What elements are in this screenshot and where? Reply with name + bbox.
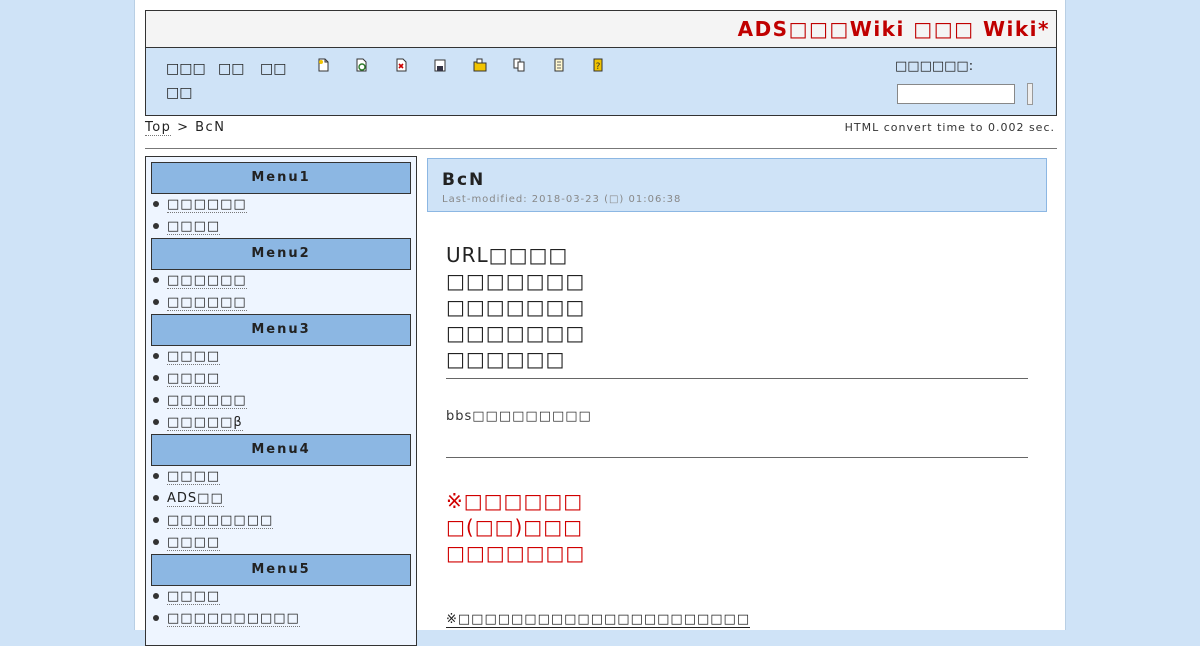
- bullet-icon: [153, 396, 159, 403]
- warning-line: □□□□□□□: [446, 541, 586, 565]
- sidebar-item-label[interactable]: □□□□□□: [167, 295, 247, 311]
- sidebar-item-label[interactable]: □□□□□□□□: [167, 513, 274, 529]
- lead-line: □□□□□□□: [446, 269, 586, 293]
- menu-header-4: Menu4: [151, 434, 411, 466]
- breadcrumb-current: BcN: [195, 120, 226, 135]
- sidebar-item[interactable]: □□□□□□: [151, 197, 247, 213]
- sidebar-item-label[interactable]: □□□□□β: [167, 415, 243, 431]
- lead-line: □□□□□□□: [446, 321, 586, 345]
- lead-line: URL□□□□: [446, 243, 569, 267]
- nav-link-1[interactable]: □□□: [166, 61, 206, 77]
- save-icon[interactable]: [433, 58, 447, 72]
- sidebar-item-label[interactable]: ADS□□: [167, 491, 224, 507]
- menu-header-2: Menu2: [151, 238, 411, 270]
- bullet-icon: [153, 472, 159, 479]
- page-title: BcN: [442, 170, 486, 190]
- breadcrumb-separator: >: [177, 120, 190, 135]
- divider: [145, 148, 1057, 149]
- bbs-text: bbs□□□□□□□□□: [446, 409, 592, 424]
- bullet-icon: [153, 538, 159, 545]
- sidebar-item-label[interactable]: □□□□: [167, 469, 221, 485]
- content-header: BcN Last-modified: 2018-03-23 (□) 01:06:…: [427, 158, 1047, 212]
- bullet-icon: [153, 374, 159, 381]
- bullet-icon: [153, 276, 159, 283]
- sidebar-item[interactable]: □□□□□□: [151, 295, 247, 311]
- copy-icon[interactable]: [512, 58, 526, 72]
- divider: [446, 378, 1028, 379]
- sidebar-item[interactable]: □□□□: [151, 371, 221, 387]
- sidebar: Menu1 □□□□□□ □□□□ Menu2 □□□□□□ □□□□□□ Me…: [145, 156, 417, 646]
- lead-text: URL□□□□ □□□□□□□ □□□□□□□ □□□□□□□ □□□□□□: [446, 242, 585, 372]
- bullet-icon: [153, 516, 159, 523]
- sidebar-item[interactable]: □□□□□□□□: [151, 513, 274, 529]
- sidebar-item-label[interactable]: □□□□: [167, 535, 221, 551]
- nav-link-2[interactable]: □□: [218, 61, 244, 77]
- sidebar-item[interactable]: □□□□: [151, 589, 221, 605]
- sidebar-item[interactable]: □□□□□β: [151, 415, 243, 431]
- last-modified: Last-modified: 2018-03-23 (□) 01:06:38: [442, 194, 682, 205]
- sidebar-item-label[interactable]: □□□□: [167, 349, 221, 365]
- breadcrumb: Top > BcN: [145, 120, 226, 136]
- divider: [446, 457, 1028, 458]
- menu-header-1: Menu1: [151, 162, 411, 194]
- bullet-icon: [153, 298, 159, 305]
- lead-line: □□□□□□: [446, 347, 566, 371]
- bullet-icon: [153, 200, 159, 207]
- new-page-icon[interactable]: [316, 58, 330, 72]
- warning-line: □(□□)□□□: [446, 515, 583, 539]
- sidebar-item-label[interactable]: □□□□: [167, 589, 221, 605]
- reload-icon[interactable]: [354, 58, 368, 72]
- nav-link-3[interactable]: □□: [260, 61, 286, 77]
- warning-text: ※□□□□□□ □(□□)□□□ □□□□□□□: [446, 488, 585, 566]
- list-icon[interactable]: [552, 58, 566, 72]
- bullet-icon: [153, 494, 159, 501]
- sidebar-item-label[interactable]: □□□□: [167, 219, 221, 235]
- sidebar-item[interactable]: □□□□□□: [151, 273, 247, 289]
- lead-line: □□□□□□□: [446, 295, 586, 319]
- nav-link-4[interactable]: □□: [166, 85, 192, 101]
- site-title[interactable]: ADS□□□Wiki □□□ Wiki*: [738, 17, 1050, 41]
- search-label: □□□□□□:: [895, 59, 974, 74]
- sidebar-item[interactable]: □□□□: [151, 535, 221, 551]
- bullet-icon: [153, 352, 159, 359]
- breadcrumb-top-link[interactable]: Top: [145, 120, 172, 136]
- convert-time: HTML convert time to 0.002 sec.: [844, 121, 1055, 134]
- search-input[interactable]: [897, 84, 1015, 104]
- sidebar-item-label[interactable]: □□□□□□□□□□: [167, 611, 300, 627]
- help-icon[interactable]: ?: [591, 58, 605, 72]
- footnote-link[interactable]: ※□□□□□□□□□□□□□□□□□□□□□□: [446, 612, 751, 628]
- bullet-icon: [153, 592, 159, 599]
- bullet-icon: [153, 222, 159, 229]
- folder-icon[interactable]: [473, 58, 487, 72]
- page-container: ADS□□□Wiki □□□ Wiki* □□□ □□ □□ □□ ? □□□□…: [134, 0, 1066, 646]
- sidebar-item-label[interactable]: □□□□□□: [167, 197, 247, 213]
- sidebar-item[interactable]: □□□□: [151, 219, 221, 235]
- sidebar-item-label[interactable]: □□□□□□: [167, 273, 247, 289]
- header: ADS□□□Wiki □□□ Wiki*: [145, 10, 1057, 48]
- svg-text:?: ?: [596, 62, 601, 72]
- warning-line: ※□□□□□□: [446, 489, 584, 513]
- sidebar-item-label[interactable]: □□□□□□: [167, 393, 247, 409]
- sidebar-item[interactable]: □□□□□□□□□□: [151, 611, 300, 627]
- sidebar-item[interactable]: ADS□□: [151, 491, 224, 507]
- sidebar-item[interactable]: □□□□□□: [151, 393, 247, 409]
- toolbar: □□□ □□ □□ □□ ? □□□□□□:: [145, 48, 1057, 116]
- bullet-icon: [153, 614, 159, 621]
- sidebar-item-label[interactable]: □□□□: [167, 371, 221, 387]
- edit-icon[interactable]: [394, 58, 408, 72]
- sidebar-item[interactable]: □□□□: [151, 469, 221, 485]
- bullet-icon: [153, 418, 159, 425]
- menu-header-3: Menu3: [151, 314, 411, 346]
- menu-header-5: Menu5: [151, 554, 411, 586]
- search-button[interactable]: [1027, 83, 1033, 105]
- sidebar-item[interactable]: □□□□: [151, 349, 221, 365]
